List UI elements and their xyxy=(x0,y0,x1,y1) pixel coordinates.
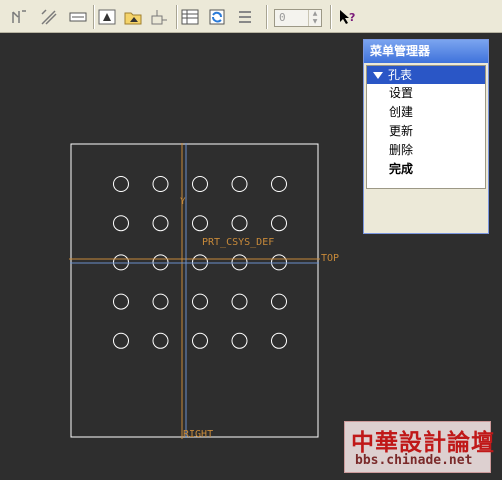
menu-list: 孔表 设置 创建 更新 删除 完成 xyxy=(366,65,486,189)
hole xyxy=(113,254,129,271)
menu-item-update[interactable]: 更新 xyxy=(367,122,485,141)
hole xyxy=(231,176,248,192)
hole xyxy=(192,215,208,232)
stepper-value: 0 xyxy=(279,11,286,24)
folder-datum-icon[interactable] xyxy=(148,6,170,28)
watermark-title: 中華設計論壇 xyxy=(351,429,495,456)
hole xyxy=(113,293,129,310)
hole xyxy=(271,254,287,271)
hole xyxy=(152,254,169,271)
menu-section-label: 孔表 xyxy=(388,68,413,82)
dimension-icon[interactable] xyxy=(8,6,30,28)
hole xyxy=(271,293,287,310)
plate-outline xyxy=(70,143,319,438)
hole xyxy=(271,332,287,349)
hole-pattern xyxy=(113,176,287,349)
menu-item-done[interactable]: 完成 xyxy=(367,160,485,179)
csys-label: PRT_CSYS_DEF xyxy=(202,237,274,248)
chevron-down-icon xyxy=(373,72,383,79)
whats-this-help-icon[interactable]: ? xyxy=(336,6,358,28)
svg-text:Y: Y xyxy=(180,197,186,207)
hole xyxy=(152,176,169,192)
menu-manager-title: 菜单管理器 xyxy=(364,40,488,63)
hole xyxy=(192,332,208,349)
menu-item-create[interactable]: 创建 xyxy=(367,103,485,122)
hole xyxy=(152,332,169,349)
menu-section-hole-table[interactable]: 孔表 xyxy=(367,66,485,84)
watermark-url: bbs.chinade.net xyxy=(355,453,473,468)
hole xyxy=(271,215,287,232)
stepper-buttons[interactable]: ▲ ▼ xyxy=(308,10,321,26)
top-plane-label: TOP xyxy=(321,253,339,264)
menu-manager: 菜单管理器 孔表 设置 创建 更新 删除 完成 xyxy=(363,39,489,234)
svg-text:?: ? xyxy=(349,11,355,24)
table-icon[interactable] xyxy=(206,6,228,28)
hole xyxy=(192,254,208,271)
datum-target-icon[interactable] xyxy=(122,6,144,28)
hole xyxy=(152,215,169,232)
quantity-stepper[interactable]: 0 ▲ ▼ xyxy=(274,9,322,27)
site-watermark: 中華設計論壇 bbs.chinade.net xyxy=(344,421,494,473)
hole xyxy=(113,332,129,349)
hole xyxy=(152,293,169,310)
hole xyxy=(231,254,248,271)
ordinate-dimension-icon[interactable] xyxy=(38,6,60,28)
drawing-toolbar: 0 ▲ ▼ ? xyxy=(0,0,502,33)
menu-item-delete[interactable]: 删除 xyxy=(367,141,485,160)
hole xyxy=(192,176,208,192)
note-icon[interactable] xyxy=(67,6,89,28)
hole xyxy=(231,332,248,349)
hole xyxy=(113,215,129,232)
right-plane-label: RIGHT xyxy=(183,429,213,440)
menu-item-setup[interactable]: 设置 xyxy=(367,84,485,103)
balloon-icon[interactable] xyxy=(179,6,201,28)
surface-finish-icon[interactable] xyxy=(96,6,118,28)
hole xyxy=(231,293,248,310)
hole xyxy=(231,215,248,232)
hole xyxy=(113,176,129,192)
regenerate-icon[interactable] xyxy=(234,6,256,28)
hole xyxy=(192,293,208,310)
hole xyxy=(271,176,287,192)
